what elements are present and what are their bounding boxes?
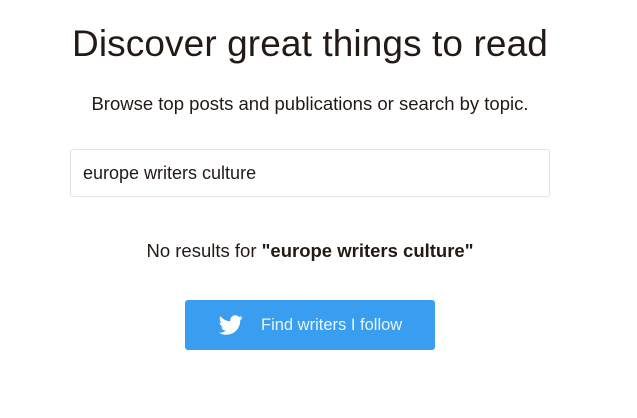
search-box [70, 149, 550, 197]
search-input[interactable] [71, 150, 549, 196]
page-subtitle: Browse top posts and publications or sea… [91, 93, 529, 114]
twitter-bird-icon [218, 313, 244, 337]
discover-page: Discover great things to read Browse top… [0, 0, 637, 418]
no-results-query: "europe writers culture" [261, 240, 474, 261]
find-writers-label: Find writers I follow [261, 316, 403, 334]
page-title: Discover great things to read [72, 23, 548, 64]
no-results-prefix: No results for [146, 240, 262, 261]
no-results-message: No results for "europe writers culture" [0, 238, 620, 264]
find-writers-button[interactable]: Find writers I follow [185, 300, 435, 350]
